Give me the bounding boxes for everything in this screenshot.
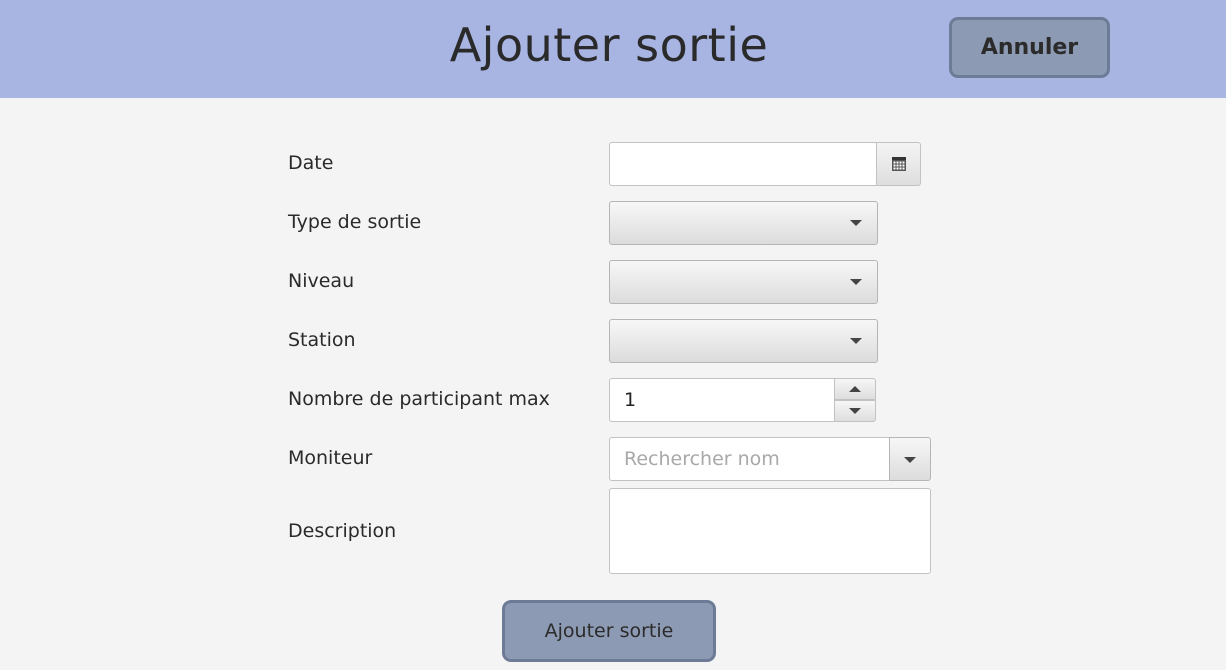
chevron-down-icon bbox=[904, 457, 916, 463]
participants-stepper-input[interactable] bbox=[609, 378, 835, 422]
description-label: Description bbox=[288, 520, 397, 542]
station-select[interactable] bbox=[609, 319, 878, 363]
arrow-down-icon bbox=[849, 408, 861, 414]
chevron-down-icon bbox=[850, 338, 862, 344]
chevron-down-icon bbox=[850, 279, 862, 285]
cancel-button[interactable]: Annuler bbox=[949, 17, 1110, 78]
niveau-select[interactable] bbox=[609, 260, 878, 304]
type-sortie-label: Type de sortie bbox=[288, 211, 422, 233]
moniteur-label: Moniteur bbox=[288, 447, 373, 469]
description-textarea[interactable] bbox=[609, 488, 931, 574]
participants-label: Nombre de participant max bbox=[288, 388, 550, 410]
moniteur-dropdown-button[interactable] bbox=[889, 437, 931, 481]
station-label: Station bbox=[288, 329, 356, 351]
date-picker-button[interactable] bbox=[876, 142, 921, 186]
calendar-icon bbox=[891, 157, 906, 171]
decrement-button[interactable] bbox=[834, 400, 876, 422]
niveau-label: Niveau bbox=[288, 270, 355, 292]
chevron-down-icon bbox=[850, 220, 862, 226]
date-label: Date bbox=[288, 152, 334, 174]
header-bar: Ajouter sortie Annuler bbox=[0, 0, 1226, 98]
increment-button[interactable] bbox=[834, 378, 876, 400]
submit-button[interactable]: Ajouter sortie bbox=[502, 600, 716, 662]
arrow-up-icon bbox=[849, 386, 861, 392]
moniteur-search-input[interactable] bbox=[609, 437, 890, 481]
type-sortie-select[interactable] bbox=[609, 201, 878, 245]
date-input[interactable] bbox=[609, 142, 877, 186]
